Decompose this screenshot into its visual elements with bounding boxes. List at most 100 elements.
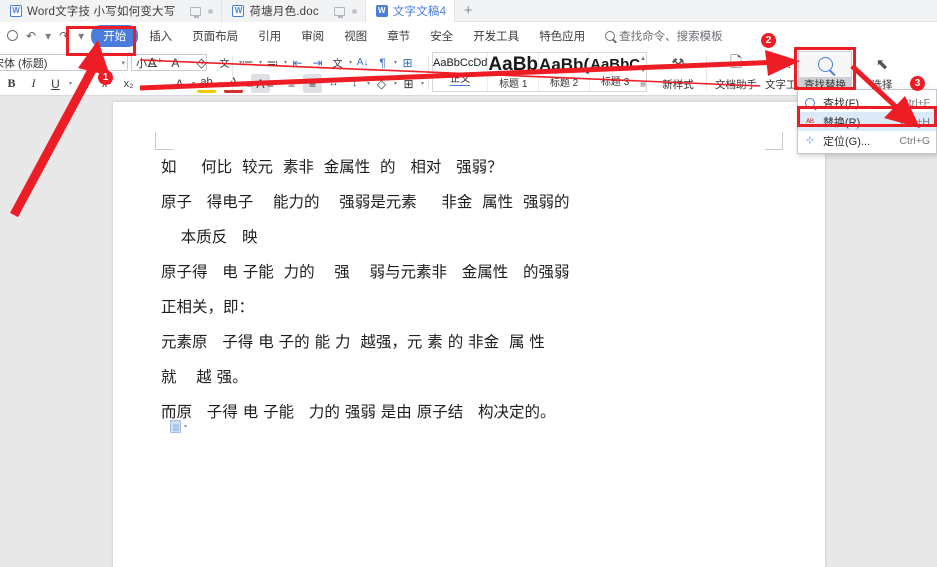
ribbon-tab-start[interactable]: 开始 (91, 24, 139, 47)
style-name: 标题 3 (600, 76, 630, 88)
distribute-button[interactable]: ↔ (324, 74, 343, 93)
shading-caret-icon[interactable]: ▾ (394, 80, 397, 87)
document-text[interactable]: 如 何比 较元 素非 金属性 的 相对 强弱？ 原子 得电子 能力的 强弱是元素… (161, 150, 785, 430)
undo-icon[interactable]: ↶ (26, 29, 36, 43)
command-search-box[interactable]: 查找命令、搜索模板 (605, 28, 723, 44)
font-name-box[interactable]: 宋体 (标题) ▾ (0, 54, 128, 71)
style-item-normal[interactable]: AaBbCcDd 正文 (433, 53, 489, 91)
document-canvas[interactable]: 如 何比 较元 素非 金属性 的 相对 强弱？ 原子 得电子 能力的 强弱是元素… (0, 96, 937, 567)
ribbon-tab-security[interactable]: 安全 (421, 26, 462, 46)
style-item-heading1[interactable]: AaBb 标题 1 (488, 53, 540, 91)
qat-more-caret-icon[interactable]: ▾ (78, 29, 84, 43)
line-spacing-caret-icon[interactable]: ▾ (367, 80, 370, 87)
strikethrough-button[interactable]: A (75, 74, 94, 93)
search-glyph-icon[interactable] (7, 30, 18, 41)
paste-options-icon[interactable]: ▾ (170, 420, 187, 433)
find-replace-dropdown-menu[interactable]: 查找(F)... Ctrl+F ᴬᴮ 替换(R)... Ctrl+H ⊹ 定位(… (797, 89, 937, 154)
ribbon-tab-view[interactable]: 视图 (335, 26, 376, 46)
menu-item-shortcut: Ctrl+H (899, 115, 930, 128)
menu-item-replace[interactable]: ᴬᴮ 替换(R)... Ctrl+H (798, 112, 936, 131)
new-style-button[interactable]: ⚒ 新样式 (652, 51, 704, 94)
redo-icon[interactable]: ↷ (59, 29, 69, 43)
underline-caret-icon[interactable]: ▾ (69, 80, 72, 87)
line-spacing-button[interactable]: ↕ (345, 74, 364, 93)
style-item-heading3[interactable]: AaBbC 标题 3 (590, 53, 640, 91)
margin-mark-top-right (765, 132, 783, 150)
font-effects-row: A⁺ A⁻ ◇ 文 ▾ (146, 53, 242, 72)
document-tab-3[interactable]: W 文字文稿4 (365, 0, 456, 22)
italic-button[interactable]: I (24, 74, 43, 93)
align-justify-button[interactable]: ≡ (303, 74, 322, 93)
bullets-button[interactable]: ≔ (238, 53, 257, 72)
grid-button[interactable]: ⊞ (398, 53, 417, 72)
ribbon-tab-insert[interactable]: 插入 (140, 26, 181, 46)
document-paragraph: 而原 子得 电 子能 力的 强弱 是由 原子结 构决定的。 (161, 403, 556, 421)
ribbon-tab-featured-apps[interactable]: 特色应用 (530, 26, 594, 46)
clear-format-button[interactable]: ◇ (192, 53, 211, 72)
align-left-button[interactable]: ≡ (240, 74, 259, 93)
shading-button[interactable]: ◇ (372, 74, 391, 93)
ribbon-tab-review[interactable]: 审阅 (292, 26, 333, 46)
document-page[interactable]: 如 何比 较元 素非 金属性 的 相对 强弱？ 原子 得电子 能力的 强弱是元素… (113, 102, 825, 567)
char-border-caret-icon[interactable]: ▾ (192, 80, 195, 87)
highlight-caret-icon[interactable]: ▾ (219, 80, 222, 87)
highlight-color-button[interactable]: ab (197, 74, 217, 93)
document-tab-1[interactable]: W Word文字技 小写如何变大写 (0, 0, 223, 22)
shrink-font-button[interactable]: A⁻ (169, 53, 188, 72)
document-tab-2[interactable]: W 荷塘月色.doc (222, 0, 366, 22)
menu-item-goto[interactable]: ⊹ 定位(G)... Ctrl+G (798, 131, 936, 150)
align-right-button[interactable]: ≡ (282, 74, 301, 93)
menu-item-find[interactable]: 查找(F)... Ctrl+F (798, 93, 936, 112)
grow-font-button[interactable]: A⁺ (146, 53, 165, 72)
align-center-button[interactable]: ≡ (261, 74, 280, 93)
group-divider (706, 55, 707, 90)
ribbon-tab-references[interactable]: 引用 (249, 26, 290, 46)
superscript-button[interactable]: x² (97, 74, 116, 93)
increase-indent-button[interactable]: ⇥ (308, 53, 327, 72)
ribbon-tab-developer[interactable]: 开发工具 (464, 26, 528, 46)
bullets-caret-icon[interactable]: ▾ (259, 59, 262, 66)
decrease-indent-button[interactable]: ⇤ (288, 53, 307, 72)
numbering-caret-icon[interactable]: ▾ (284, 59, 287, 66)
ribbon-tab-section[interactable]: 章节 (378, 26, 419, 46)
close-icon[interactable] (351, 8, 357, 14)
document-paragraph: 原子 得电子 能力的 强弱是元素 非金 属性 强弱的 (161, 193, 570, 211)
gallery-expand-icon[interactable]: ▤ (640, 81, 646, 88)
new-style-label: 新样式 (662, 78, 694, 91)
ribbon-tab-page-layout[interactable]: 页面布局 (183, 26, 247, 46)
undo-caret-icon[interactable]: ▾ (45, 29, 51, 43)
text-tools-icon: ✎ (780, 55, 792, 72)
sort-button[interactable]: A↓ (353, 53, 372, 72)
presentation-icon[interactable] (333, 6, 345, 18)
style-preview: AaBbC (590, 55, 641, 73)
menu-item-label: 查找(F)... (823, 97, 869, 110)
asian-layout-button[interactable]: 文 (328, 53, 347, 72)
select-button[interactable]: ⬉ 选择 (856, 51, 908, 94)
numbering-button[interactable]: ≕ (263, 53, 282, 72)
new-tab-button[interactable]: + (455, 0, 482, 21)
show-marks-button[interactable]: ¶ (373, 53, 392, 72)
menu-item-shortcut: Ctrl+F (901, 96, 930, 109)
find-replace-button[interactable]: 查找替换 (798, 51, 852, 94)
char-border-button[interactable]: A (170, 74, 189, 93)
presentation-icon[interactable] (190, 6, 202, 18)
search-icon (605, 30, 616, 41)
borders-caret-icon[interactable]: ▾ (421, 80, 424, 87)
styles-gallery[interactable]: AaBbCcDd 正文 AaBb 标题 1 AaBb( 标题 2 AaBbC 标… (432, 52, 647, 92)
close-icon[interactable] (208, 8, 214, 14)
underline-button[interactable]: U (46, 74, 65, 93)
scroll-down-icon[interactable]: ▼ (640, 68, 646, 74)
style-item-heading2[interactable]: AaBb( 标题 2 (539, 53, 591, 91)
asian-layout-caret-icon[interactable]: ▾ (349, 59, 352, 66)
show-marks-caret-icon[interactable]: ▾ (394, 59, 397, 66)
style-name: 正文 (450, 70, 471, 86)
scroll-up-icon[interactable]: ▲ (640, 56, 646, 62)
borders-button[interactable]: ⊞ (399, 74, 418, 93)
replace-icon: ᴬᴮ (806, 116, 814, 127)
chevron-down-icon[interactable]: ▾ (184, 423, 187, 430)
bold-button[interactable]: B (2, 74, 21, 93)
command-search-placeholder: 查找命令、搜索模板 (619, 30, 723, 43)
doc-assistant-button[interactable]: 🗋 文档助手 (710, 51, 762, 94)
ribbon-tab-bar: ↶ ▾ ↷ ▾ 开始 插入 页面布局 引用 审阅 视图 章节 安全 开发工具 特… (0, 22, 937, 49)
styles-gallery-scroll[interactable]: ▲ ▼ ▤ (640, 53, 647, 91)
